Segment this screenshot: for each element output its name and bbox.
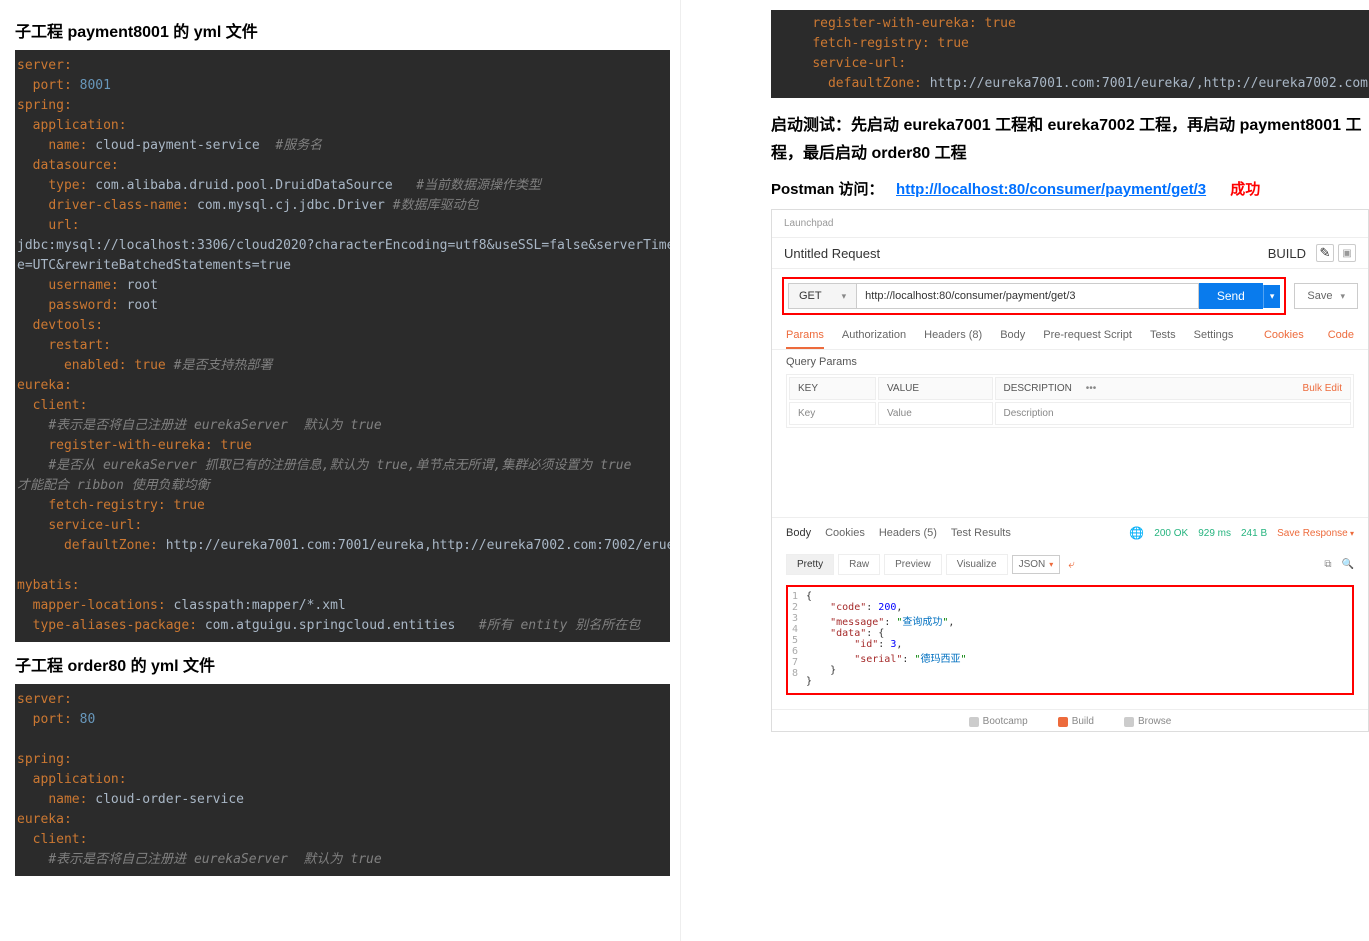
success-label: 成功 xyxy=(1230,181,1260,198)
gap xyxy=(772,438,1368,518)
resp-tab-headers[interactable]: Headers (5) xyxy=(879,527,937,539)
globe-icon[interactable]: 🌐 xyxy=(1129,526,1144,540)
cookies-link[interactable]: Cookies xyxy=(1264,329,1304,341)
td-desc[interactable]: Description xyxy=(995,402,1352,425)
code-block-payment: server: port: 8001 spring: application: … xyxy=(15,50,670,642)
tab-prerequest[interactable]: Pre-request Script xyxy=(1043,329,1132,347)
postman-panel: Launchpad Untitled Request BUILD ✎ ▣ GET… xyxy=(771,209,1369,732)
code-link[interactable]: Code xyxy=(1328,329,1354,341)
body-controls: Pretty Raw Preview Visualize JSON ⤶ ⧉ 🔍 xyxy=(772,548,1368,581)
code-block-order: server: port: 80 spring: application: na… xyxy=(15,684,670,876)
code-block-top: register-with-eureka: true fetch-registr… xyxy=(771,10,1369,98)
heading-order-yml: 子工程 order80 的 yml 文件 xyxy=(15,652,670,676)
url-row: GET http://localhost:80/consumer/payment… xyxy=(772,269,1368,323)
request-title: Untitled Request xyxy=(784,246,880,261)
copy-icon[interactable]: ⧉ xyxy=(1324,559,1331,570)
status-time: 929 ms xyxy=(1198,528,1231,539)
url-highlight-box: GET http://localhost:80/consumer/payment… xyxy=(782,277,1286,315)
resp-tab-testresults[interactable]: Test Results xyxy=(951,527,1011,539)
response-box: 12345678 { "code": 200, "message": "查询成功… xyxy=(786,585,1354,695)
edit-icon[interactable]: ✎ xyxy=(1316,244,1334,262)
resp-tab-body[interactable]: Body xyxy=(786,527,811,539)
request-tabs: Params Authorization Headers (8) Body Pr… xyxy=(772,323,1368,350)
response-json: { "code": 200, "message": "查询成功", "data"… xyxy=(806,591,966,689)
postman-url-link[interactable]: http://localhost:80/consumer/payment/get… xyxy=(896,181,1206,198)
right-column: register-with-eureka: true fetch-registr… xyxy=(680,0,1369,941)
view-raw[interactable]: Raw xyxy=(838,554,880,575)
left-column: 子工程 payment8001 的 yml 文件 server: port: 8… xyxy=(0,0,680,941)
td-key[interactable]: Key xyxy=(789,402,876,425)
view-preview[interactable]: Preview xyxy=(884,554,942,575)
th-desc: DESCRIPTION ••• Bulk Edit xyxy=(995,377,1352,400)
bootcamp-button[interactable]: Bootcamp xyxy=(969,716,1028,727)
status-code: 200 OK xyxy=(1154,528,1188,539)
line-numbers: 12345678 xyxy=(792,591,806,689)
panel-icon[interactable]: ▣ xyxy=(1338,244,1356,262)
query-params-label: Query Params xyxy=(772,350,1368,374)
tab-tests[interactable]: Tests xyxy=(1150,329,1176,347)
tab-headers[interactable]: Headers (8) xyxy=(924,329,982,347)
send-dropdown[interactable]: ▾ xyxy=(1263,285,1281,308)
tab-params[interactable]: Params xyxy=(786,329,824,349)
heading-payment-yml: 子工程 payment8001 的 yml 文件 xyxy=(15,18,670,42)
tab-authorization[interactable]: Authorization xyxy=(842,329,906,347)
launchpad-tab[interactable]: Launchpad xyxy=(784,218,834,229)
browse-button[interactable]: Browse xyxy=(1124,716,1171,727)
url-input[interactable]: http://localhost:80/consumer/payment/get… xyxy=(857,283,1199,309)
footer-buttons: Bootcamp Build Browse xyxy=(772,709,1368,731)
search-icon[interactable]: 🔍 xyxy=(1342,559,1354,570)
td-value[interactable]: Value xyxy=(878,402,993,425)
wrap-icon[interactable]: ⤶ xyxy=(1068,557,1075,572)
view-visualize[interactable]: Visualize xyxy=(946,554,1008,575)
request-title-row: Untitled Request BUILD ✎ ▣ xyxy=(772,238,1368,269)
params-table: KEY VALUE DESCRIPTION ••• Bulk Edit Key … xyxy=(786,374,1354,428)
th-value: VALUE xyxy=(878,377,993,400)
view-pretty[interactable]: Pretty xyxy=(786,554,834,575)
response-tabs: Body Cookies Headers (5) Test Results 🌐 … xyxy=(772,518,1368,548)
format-select[interactable]: JSON xyxy=(1012,555,1061,574)
method-select[interactable]: GET xyxy=(788,283,857,309)
postman-access-line: Postman 访问： http://localhost:80/consumer… xyxy=(771,178,1369,199)
status-size: 241 B xyxy=(1241,528,1267,539)
tab-body[interactable]: Body xyxy=(1000,329,1025,347)
postman-tabs-top: Launchpad xyxy=(772,210,1368,238)
save-response[interactable]: Save Response xyxy=(1277,528,1354,539)
th-key: KEY xyxy=(789,377,876,400)
send-button[interactable]: Send xyxy=(1199,283,1263,309)
resp-tab-cookies[interactable]: Cookies xyxy=(825,527,865,539)
tab-settings[interactable]: Settings xyxy=(1194,329,1234,347)
build-button[interactable]: Build xyxy=(1058,716,1094,727)
build-label[interactable]: BUILD xyxy=(1268,246,1306,261)
startup-test-text: 启动测试：先启动 eureka7001 工程和 eureka7002 工程，再启… xyxy=(771,112,1369,168)
save-button[interactable]: Save xyxy=(1294,283,1358,309)
postman-label: Postman 访问： xyxy=(771,181,884,198)
bulk-edit-link[interactable]: Bulk Edit xyxy=(1303,383,1342,394)
